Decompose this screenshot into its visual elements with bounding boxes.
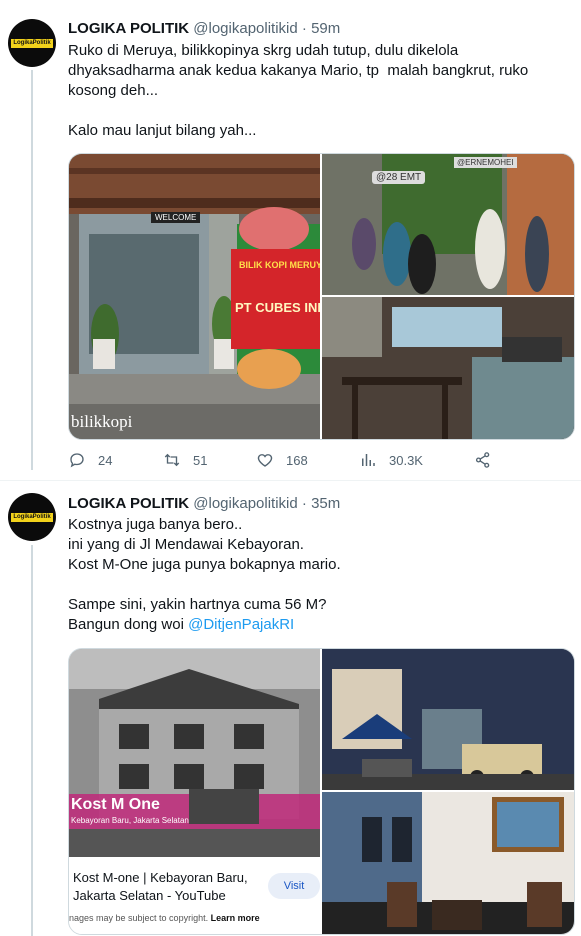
banner-top: BILIK KOPI MERUYA [239, 260, 320, 270]
like-button[interactable]: 168 [256, 451, 308, 469]
media-photo-street[interactable] [322, 649, 574, 790]
avatar[interactable]: LogikaPolitik [8, 19, 56, 67]
people-illustration [322, 154, 574, 295]
tweet-media[interactable]: Kost M One Kebayoran Baru, Jakarta Selat… [68, 648, 575, 935]
share-icon [475, 452, 490, 468]
tweet-text: Kostnya juga banya bero.. ini yang di Jl… [68, 515, 568, 635]
media-photo-room[interactable] [322, 792, 574, 934]
tweet-text: Ruko di Meruya, bilikkopinya skrg udah t… [68, 42, 529, 139]
tweet-header: LOGIKA POLITIK @logikapolitikid · 35m [68, 495, 340, 512]
retweet-icon [164, 453, 180, 467]
tweet[interactable]: LogikaPolitik LOGIKA POLITIK @logikapoli… [0, 481, 581, 936]
avatar-logo: LogikaPolitik [11, 38, 53, 48]
author-name[interactable]: LOGIKA POLITIK [68, 495, 189, 512]
media-photo-storefront[interactable]: WELCOME BILIK KOPI MERUYA PT CUBES INDON… [69, 154, 320, 439]
retweet-button[interactable]: 51 [163, 451, 207, 469]
tweet-time[interactable]: · 59m [302, 20, 340, 37]
visit-button[interactable]: Visit [268, 873, 320, 899]
views-button[interactable]: 30.3K [359, 451, 423, 469]
card-overlay-title: Kost M One [71, 796, 160, 813]
share-button[interactable] [474, 451, 504, 469]
tweet-actions: 24 51 168 30.3K [68, 451, 498, 471]
link-card[interactable]: Kost M One Kebayoran Baru, Jakarta Selat… [69, 649, 320, 934]
heart-icon [257, 454, 273, 467]
photo-tag-left: @28 EMT [372, 171, 426, 184]
interior-illustration [322, 297, 574, 439]
avatar-logo: LogikaPolitik [11, 512, 53, 522]
mention-link[interactable]: @DitjenPajakRI [188, 616, 294, 633]
card-title[interactable]: Kost M-one | Kebayoran Baru, Jakarta Sel… [73, 869, 263, 905]
author-handle[interactable]: @logikapolitikid [193, 495, 297, 512]
reply-icon [70, 453, 84, 468]
card-overlay-subtitle: Kebayoran Baru, Jakarta Selatan [71, 816, 189, 825]
media-caption: bilikkopi [71, 412, 133, 431]
like-count: 168 [286, 452, 308, 468]
tweet-header: LOGIKA POLITIK @logikapolitikid · 59m [68, 20, 340, 37]
room-illustration [322, 792, 574, 934]
learn-more-link[interactable]: Learn more [211, 913, 260, 923]
retweet-count: 51 [193, 452, 208, 468]
photo-tag-right: @ERNEMOHEI [454, 157, 517, 168]
copyright-note: nages may be subject to copyright. Learn… [69, 913, 260, 923]
tweet-time[interactable]: · 35m [302, 495, 340, 512]
copyright-text: nages may be subject to copyright. [69, 913, 209, 923]
tweet[interactable]: LogikaPolitik LOGIKA POLITIK @logikapoli… [0, 0, 581, 480]
media-photo-people[interactable]: @28 EMT @ERNEMOHEI [322, 154, 574, 295]
view-count: 30.3K [389, 452, 423, 468]
author-name[interactable]: LOGIKA POLITIK [68, 20, 189, 37]
author-handle[interactable]: @logikapolitikid [193, 20, 297, 37]
analytics-icon [362, 454, 375, 466]
reply-count: 24 [98, 452, 113, 468]
street-illustration [322, 649, 574, 790]
reply-button[interactable]: 24 [68, 451, 112, 469]
storefront-illustration [69, 154, 320, 439]
media-photo-interior[interactable] [322, 297, 574, 439]
avatar[interactable]: LogikaPolitik [8, 493, 56, 541]
tweet-media[interactable]: WELCOME BILIK KOPI MERUYA PT CUBES INDON… [68, 153, 575, 440]
building-illustration [69, 649, 320, 857]
sign-welcome: WELCOME [151, 212, 201, 223]
banner-bottom: PT CUBES INDONE [235, 300, 320, 315]
